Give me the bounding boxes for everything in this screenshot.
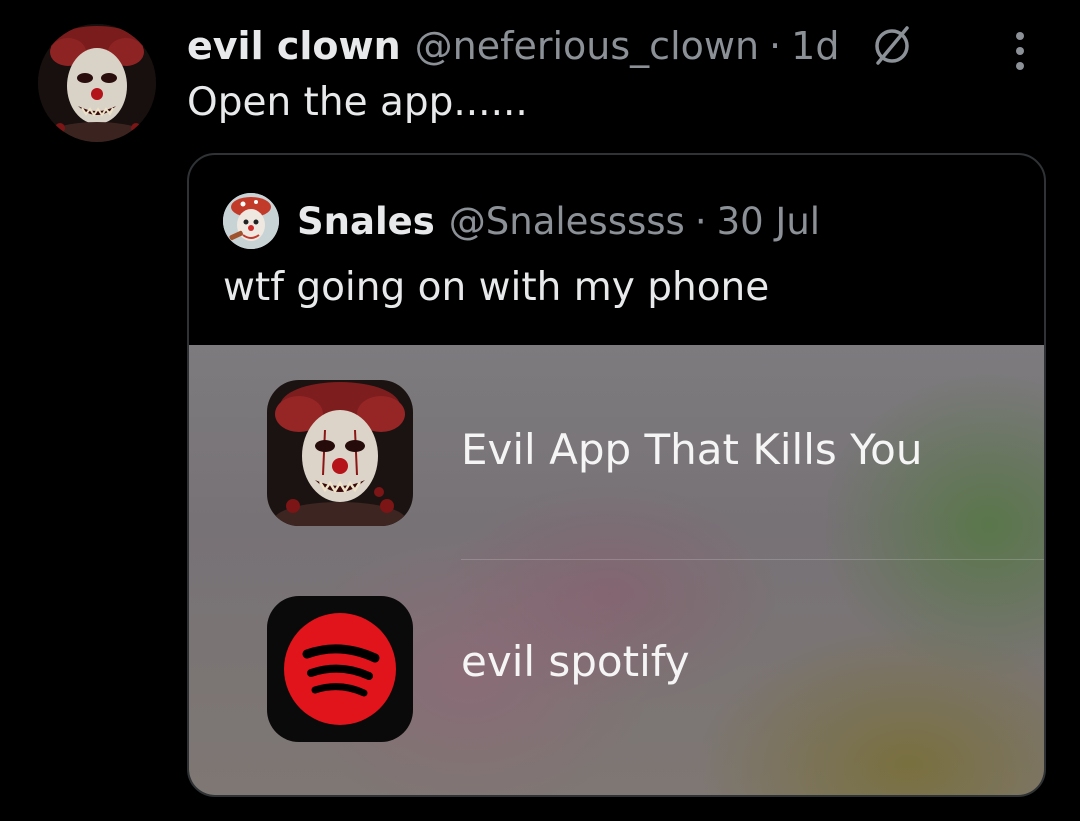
post: evil clown @neferious_clown · 1d Open th… xyxy=(0,0,1080,821)
author-avatar[interactable] xyxy=(38,24,156,142)
quoted-post-card[interactable]: Snales @Snalesssss · 30 Jul wtf going on… xyxy=(187,153,1046,797)
app-menu-label: evil spotify xyxy=(461,637,690,686)
header-separator: · xyxy=(769,24,782,68)
more-dot xyxy=(1016,32,1024,40)
quoted-handle[interactable]: @Snalesssss xyxy=(449,200,685,243)
quoted-display-name[interactable]: Snales xyxy=(297,200,435,243)
quoted-author-avatar[interactable] xyxy=(223,193,279,249)
post-text: Open the app...... xyxy=(187,80,528,125)
quoted-avatar-image xyxy=(223,193,279,249)
app-menu-item[interactable]: Evil App That Kills You xyxy=(189,377,1044,527)
menu-divider xyxy=(461,559,1044,560)
quoted-media-image[interactable]: Evil App That Kills You evil spotify xyxy=(189,345,1044,795)
more-dot xyxy=(1016,62,1024,70)
author-display-name[interactable]: evil clown xyxy=(187,24,401,68)
clown-avatar-image xyxy=(38,24,156,142)
slash-circle-icon xyxy=(875,26,910,65)
quoted-date[interactable]: 30 Jul xyxy=(717,200,820,243)
quoted-text: wtf going on with my phone xyxy=(223,265,770,310)
quoted-post-header: Snales @Snalesssss · 30 Jul xyxy=(223,193,820,249)
post-header: evil clown @neferious_clown · 1d xyxy=(187,18,915,74)
app-menu-item[interactable]: evil spotify xyxy=(189,595,1044,745)
author-handle[interactable]: @neferious_clown xyxy=(415,24,759,68)
quoted-separator: · xyxy=(694,199,707,243)
more-options-icon[interactable] xyxy=(1004,26,1036,76)
post-timestamp[interactable]: 1d xyxy=(791,24,839,68)
evil-clown-app-icon xyxy=(267,380,413,526)
more-dot xyxy=(1016,47,1024,55)
app-menu-label: Evil App That Kills You xyxy=(461,425,923,474)
evil-spotify-icon xyxy=(267,596,413,742)
